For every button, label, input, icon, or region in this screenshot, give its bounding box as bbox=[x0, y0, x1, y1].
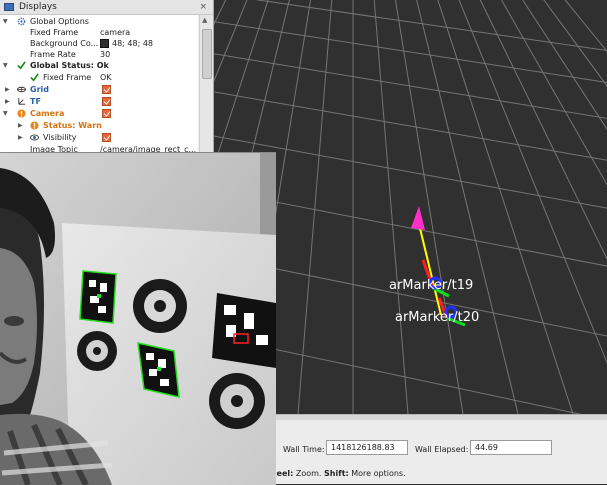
tree-label: Camera bbox=[30, 109, 65, 118]
ar-marker-t20 bbox=[137, 342, 180, 398]
expand-right-icon[interactable]: ▶ bbox=[5, 84, 10, 95]
tree-label: Background Co... bbox=[30, 39, 99, 48]
grid-line bbox=[297, 0, 333, 414]
tree-label: Status: Warn bbox=[43, 121, 102, 130]
grid-icon bbox=[17, 86, 26, 93]
marker-label-t19: arMarker/t19 bbox=[389, 278, 474, 293]
close-icon[interactable]: × bbox=[199, 0, 207, 14]
tree-item-camera-status[interactable]: ▶ Status: Warn bbox=[0, 120, 198, 131]
color-swatch bbox=[100, 39, 109, 48]
displays-scrollbar[interactable]: ▲ bbox=[199, 15, 213, 158]
tf-icon bbox=[18, 97, 26, 105]
camera-image bbox=[0, 153, 276, 485]
tree-item-fixed-frame[interactable]: Fixed Frame camera bbox=[0, 27, 198, 38]
expand-down-icon[interactable]: ▼ bbox=[3, 108, 8, 119]
tree-label: Global Options bbox=[30, 17, 89, 26]
tf-enabled-checkbox[interactable] bbox=[102, 97, 111, 106]
wall-elapsed-label: Wall Elapsed: bbox=[415, 445, 469, 454]
grid-line bbox=[373, 0, 409, 414]
warning-icon bbox=[17, 109, 26, 118]
grid-line bbox=[437, 0, 574, 414]
displays-title: Displays bbox=[19, 2, 57, 12]
status-hint: Wheel: Zoom. Shift: More options. bbox=[262, 469, 406, 478]
tf-root-arrow bbox=[411, 206, 425, 230]
wall-time-field[interactable]: 1418126188.83 bbox=[326, 440, 408, 455]
ar-marker-large bbox=[212, 293, 276, 368]
tree-label: Fixed Frame bbox=[43, 73, 92, 82]
check-icon bbox=[17, 61, 26, 70]
visibility-enabled-checkbox[interactable] bbox=[102, 133, 111, 142]
expand-right-icon[interactable]: ▶ bbox=[18, 120, 23, 131]
expand-down-icon[interactable]: ▼ bbox=[3, 60, 8, 71]
ar-marker-t19 bbox=[79, 270, 117, 324]
grid-line bbox=[416, 0, 519, 414]
eye-icon bbox=[30, 134, 39, 141]
monitor-icon bbox=[4, 3, 14, 11]
tree-value: OK bbox=[100, 73, 112, 82]
tree-value-wrap[interactable]: 48; 48; 48 bbox=[100, 38, 153, 49]
expand-right-icon[interactable]: ▶ bbox=[5, 96, 10, 107]
scroll-up-icon[interactable]: ▲ bbox=[202, 16, 207, 24]
tree-item-camera[interactable]: ▼ Camera bbox=[0, 108, 198, 119]
displays-tree: ▼ Global Options Fixed Frame camera Back… bbox=[0, 15, 198, 158]
camera-enabled-checkbox[interactable] bbox=[102, 109, 111, 118]
tree-value[interactable]: camera bbox=[100, 27, 130, 38]
displays-titlebar: Displays × bbox=[0, 0, 213, 15]
tree-item-global-status[interactable]: ▼ Global Status: Ok bbox=[0, 60, 198, 71]
wall-time-label: Wall Time: bbox=[283, 445, 325, 454]
tree-item-frame-rate[interactable]: Frame Rate 30 bbox=[0, 49, 198, 60]
grid-line bbox=[213, 53, 607, 119]
tree-label: TF bbox=[30, 97, 41, 106]
tree-value: 48; 48; 48 bbox=[112, 39, 154, 48]
grid-line bbox=[213, 21, 607, 83]
expand-down-icon[interactable]: ▼ bbox=[3, 16, 8, 27]
scrollbar-thumb[interactable] bbox=[202, 29, 212, 79]
tree-label: Global Status: Ok bbox=[30, 61, 109, 70]
tree-label: Frame Rate bbox=[30, 50, 76, 59]
grid-line bbox=[254, 0, 607, 52]
tree-label: Visibility bbox=[43, 133, 77, 142]
marker-label-t20: arMarker/t20 bbox=[395, 310, 480, 325]
tree-item-global-options[interactable]: ▼ Global Options bbox=[0, 16, 198, 27]
check-icon bbox=[30, 73, 39, 82]
grid-enabled-checkbox[interactable] bbox=[102, 85, 111, 94]
tree-item-fixed-frame-status[interactable]: Fixed Frame OK bbox=[0, 72, 198, 83]
hint-more-text: More options. bbox=[348, 469, 406, 478]
tree-item-tf[interactable]: ▶ TF bbox=[0, 96, 198, 107]
displays-panel: Displays × ▼ Global Options Fixed Frame … bbox=[0, 0, 214, 158]
camera-image-window[interactable] bbox=[0, 152, 276, 485]
grid-line bbox=[394, 0, 464, 414]
tree-item-grid[interactable]: ▶ Grid bbox=[0, 84, 198, 95]
tree-label: Fixed Frame bbox=[30, 28, 79, 37]
tree-label: Grid bbox=[30, 85, 49, 94]
gear-icon bbox=[17, 17, 26, 26]
tf-frames bbox=[411, 206, 466, 327]
wall-elapsed-field[interactable]: 44.69 bbox=[470, 440, 552, 455]
warning-icon bbox=[30, 121, 39, 130]
tf-link bbox=[417, 219, 442, 316]
tree-value[interactable]: 30 bbox=[100, 49, 110, 60]
hint-zoom-text: Zoom. bbox=[293, 469, 325, 478]
hint-shift-key: Shift: bbox=[324, 469, 349, 478]
tree-item-visibility[interactable]: ▶ Visibility bbox=[0, 132, 198, 143]
tree-item-background-color[interactable]: Background Co... 48; 48; 48 bbox=[0, 38, 198, 49]
expand-right-icon[interactable]: ▶ bbox=[18, 132, 23, 143]
